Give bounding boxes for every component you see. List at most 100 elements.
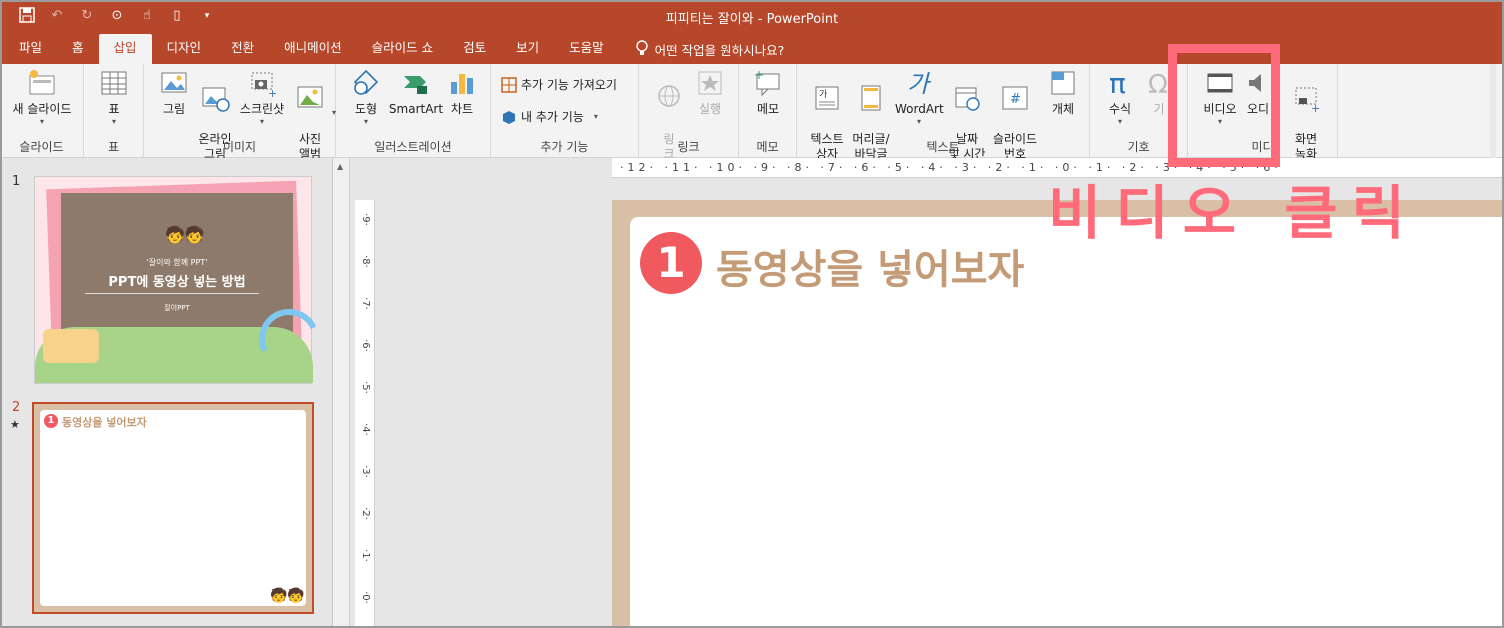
new-slide-button[interactable]: 새 슬라이드 ▾	[6, 68, 78, 127]
slide-number-icon: #	[1002, 86, 1028, 110]
action-star-icon	[698, 71, 722, 95]
tab-slideshow[interactable]: 슬라이드 쇼	[357, 34, 448, 64]
object-label: 개체	[1051, 102, 1075, 116]
group-table: 표 ▾ 표	[84, 64, 144, 158]
object-button[interactable]: 개체	[1043, 68, 1083, 117]
calendar-icon	[955, 87, 980, 111]
table-label: 표	[108, 102, 120, 116]
thumb-2-inner	[40, 410, 306, 606]
thumb-subtitle: '잘이와 함께 PPT'	[146, 258, 208, 267]
ruler-tick: ·3·	[359, 465, 371, 478]
comment-label: 메모	[756, 102, 780, 116]
shapes-label: 도형	[354, 102, 378, 116]
svg-text:Ω: Ω	[1148, 70, 1168, 98]
group-comments: + 메모 메모	[739, 64, 797, 158]
slide-content-area[interactable]: 1 동영상을 넣어보자	[630, 217, 1504, 628]
new-slide-label: 새 슬라이드	[12, 102, 72, 116]
slide-thumbnail-pane: 1 🧒🧒 '잘이와 함께 PPT' PPT에 동영상 넣는 방법 잘이PPT 2…	[0, 158, 333, 628]
svg-text:π: π	[1109, 68, 1126, 98]
window-title: 피피티는 잘이와 - PowerPoint	[665, 12, 839, 27]
my-addins-label: 내 추가 기능	[521, 110, 584, 124]
group-illustrations: 도형 ▾ SmartArt 차트 일러스트레이션	[336, 64, 491, 158]
tell-me-text: 어떤 작업을 원하시나요?	[654, 42, 785, 58]
symbol-label: 기	[1153, 102, 1165, 116]
highlight-box	[1168, 44, 1280, 167]
picture-button[interactable]: 그림	[154, 68, 194, 117]
online-picture-icon	[202, 87, 230, 112]
addins-icon	[503, 110, 515, 124]
slide-title[interactable]: 동영상을 넣어보자	[716, 237, 1024, 295]
title-bar: ↶ ↻ ⊙ ☝ ▯ ▾ 피피티는 잘이와 - PowerPoint	[0, 0, 1504, 32]
comment-icon: +	[754, 68, 780, 97]
screenshot-button[interactable]: + 스크린샷 ▾	[236, 68, 288, 127]
screen-recording-icon: +	[1295, 87, 1320, 113]
thumb-author: 잘이PPT	[164, 304, 190, 312]
tab-design[interactable]: 디자인	[152, 34, 217, 64]
ruler-tick: ·7·	[359, 297, 371, 310]
screenshot-icon: +	[251, 72, 277, 98]
group-images: 그림 온라인 그림 + 스크린샷 ▾ 사진 앨범 ▾ 이미지	[144, 64, 336, 161]
equation-label: 수식	[1108, 102, 1132, 116]
tab-view[interactable]: 보기	[501, 34, 554, 64]
thumbnail-scrollbar[interactable]: ▲	[333, 158, 350, 628]
action-label: 실행	[698, 102, 722, 116]
scroll-up-arrow-icon[interactable]: ▲	[337, 162, 343, 171]
chart-icon	[451, 74, 473, 94]
screenshot-label: 스크린샷	[239, 102, 285, 116]
group-addins: 추가 기능 가져오기 내 추가 기능 ▾ 추가 기능	[491, 64, 639, 158]
shapes-icon	[353, 69, 379, 95]
ruler-tick: ·6·	[359, 339, 371, 352]
table-icon	[101, 71, 127, 95]
object-icon	[1051, 71, 1075, 95]
lightbulb-icon	[635, 39, 649, 59]
group-label-slides: 슬라이드	[19, 140, 64, 154]
thumb-divider	[85, 293, 259, 294]
picture-label: 그림	[162, 102, 186, 116]
tab-transitions[interactable]: 전환	[216, 34, 269, 64]
shapes-button[interactable]: 도형 ▾	[346, 68, 386, 127]
tab-file[interactable]: 파일	[4, 34, 57, 64]
group-label-links: 링크	[677, 140, 700, 154]
thumb-2-characters-image: 🧒🧒	[270, 588, 305, 604]
slide-thumbnail-1[interactable]: 🧒🧒 '잘이와 함께 PPT' PPT에 동영상 넣는 방법 잘이PPT	[34, 176, 328, 384]
tab-insert[interactable]: 삽입	[98, 34, 152, 64]
slide-number: 1	[12, 174, 21, 189]
group-text: 가 텍스트 상자 머리글/ 바닥글 가 WordArt ▾ 날짜 및 시간 # …	[797, 64, 1090, 161]
chart-button[interactable]: 차트	[446, 68, 478, 117]
wordart-button[interactable]: 가 WordArt ▾	[895, 68, 944, 127]
comment-button[interactable]: + 메모	[749, 68, 787, 117]
thumb-2-title: 동영상을 넣어보자	[62, 416, 147, 429]
equation-button[interactable]: π 수식 ▾	[1102, 68, 1138, 127]
thumb-title-panel	[61, 193, 293, 343]
tab-review[interactable]: 검토	[448, 34, 501, 64]
get-addins-button[interactable]: 추가 기능 가져오기	[501, 76, 617, 93]
slide-thumbnail-2[interactable]: 1 동영상을 넣어보자 🧒🧒	[32, 402, 314, 614]
smartart-label: SmartArt	[388, 102, 444, 116]
tab-home[interactable]: 홈	[57, 34, 99, 64]
group-label-addins: 추가 기능	[540, 140, 589, 154]
textbox-icon: 가	[815, 86, 839, 110]
dropdown-arrow-icon: ▾	[363, 117, 368, 126]
link-globe-icon	[658, 85, 680, 107]
smartart-button[interactable]: SmartArt	[388, 68, 444, 117]
ruler-tick: ·2·	[359, 507, 371, 520]
dropdown-arrow-icon: ▾	[111, 117, 116, 126]
tab-help[interactable]: 도움말	[554, 34, 619, 64]
group-label-images: 이미지	[222, 140, 257, 154]
svg-text:가: 가	[907, 70, 932, 98]
dropdown-arrow-icon: ▾	[1117, 117, 1122, 126]
slide-canvas[interactable]: 1 동영상을 넣어보자	[612, 200, 1504, 628]
dropdown-arrow-icon: ▾	[593, 111, 598, 121]
get-addins-label: 추가 기능 가져오기	[521, 78, 617, 92]
table-button[interactable]: 표 ▾	[98, 68, 130, 127]
tell-me-box[interactable]: 어떤 작업을 원하시나요?	[619, 34, 785, 64]
my-addins-button[interactable]: 내 추가 기능 ▾	[501, 108, 598, 125]
animation-star-icon: ★	[10, 418, 20, 431]
smartart-icon	[404, 76, 427, 94]
tab-animations[interactable]: 애니메이션	[269, 34, 357, 64]
svg-text:+: +	[268, 87, 277, 98]
action-button[interactable]: 실행	[691, 68, 729, 117]
ruler-tick: ·9·	[359, 213, 371, 226]
thumb-characters-image: 🧒🧒	[165, 225, 205, 244]
group-links: 링 크 실행 링크	[639, 64, 739, 161]
